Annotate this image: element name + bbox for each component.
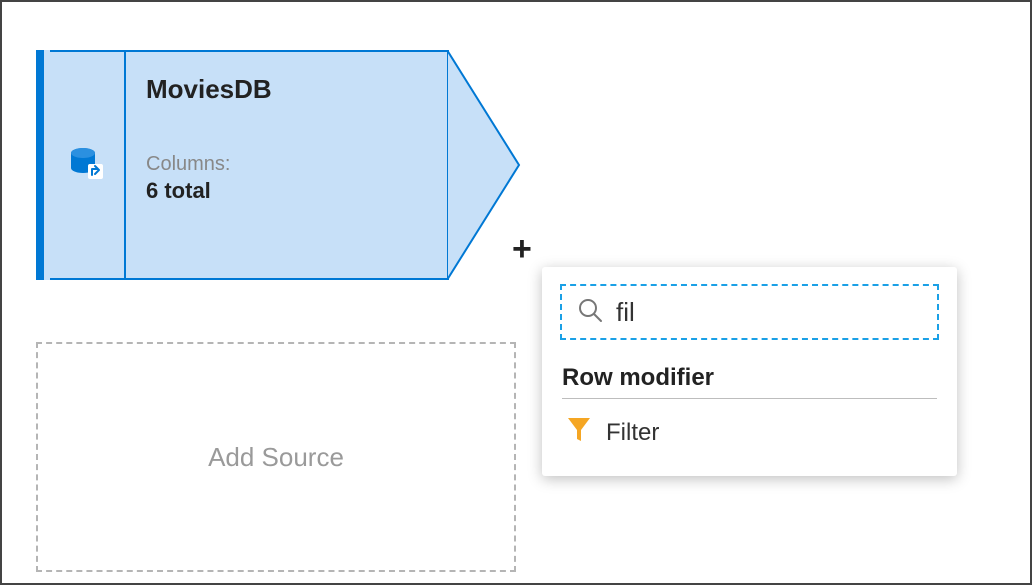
node-body: MoviesDB Columns: 6 total: [124, 50, 449, 280]
option-filter-label: Filter: [606, 419, 659, 447]
option-filter[interactable]: Filter: [560, 399, 939, 454]
add-source-button[interactable]: Add Source: [36, 342, 516, 572]
add-transformation-button[interactable]: +: [512, 232, 532, 266]
funnel-icon: [566, 415, 592, 450]
search-icon: [576, 296, 604, 329]
add-source-label: Add Source: [208, 442, 344, 473]
section-header-row-modifier: Row modifier: [562, 364, 937, 392]
transformation-picker: Row modifier Filter: [542, 267, 957, 476]
columns-label: Columns:: [146, 153, 431, 176]
search-box[interactable]: [560, 284, 939, 340]
node-title: MoviesDB: [146, 74, 431, 105]
node-accent: [36, 50, 44, 280]
search-input[interactable]: [616, 297, 923, 328]
node-arrow-head: [449, 50, 521, 280]
node-icon-tab: [50, 50, 124, 280]
source-node-moviesdb[interactable]: MoviesDB Columns: 6 total: [36, 50, 521, 280]
columns-count: 6 total: [146, 178, 431, 204]
database-icon: [67, 143, 107, 188]
